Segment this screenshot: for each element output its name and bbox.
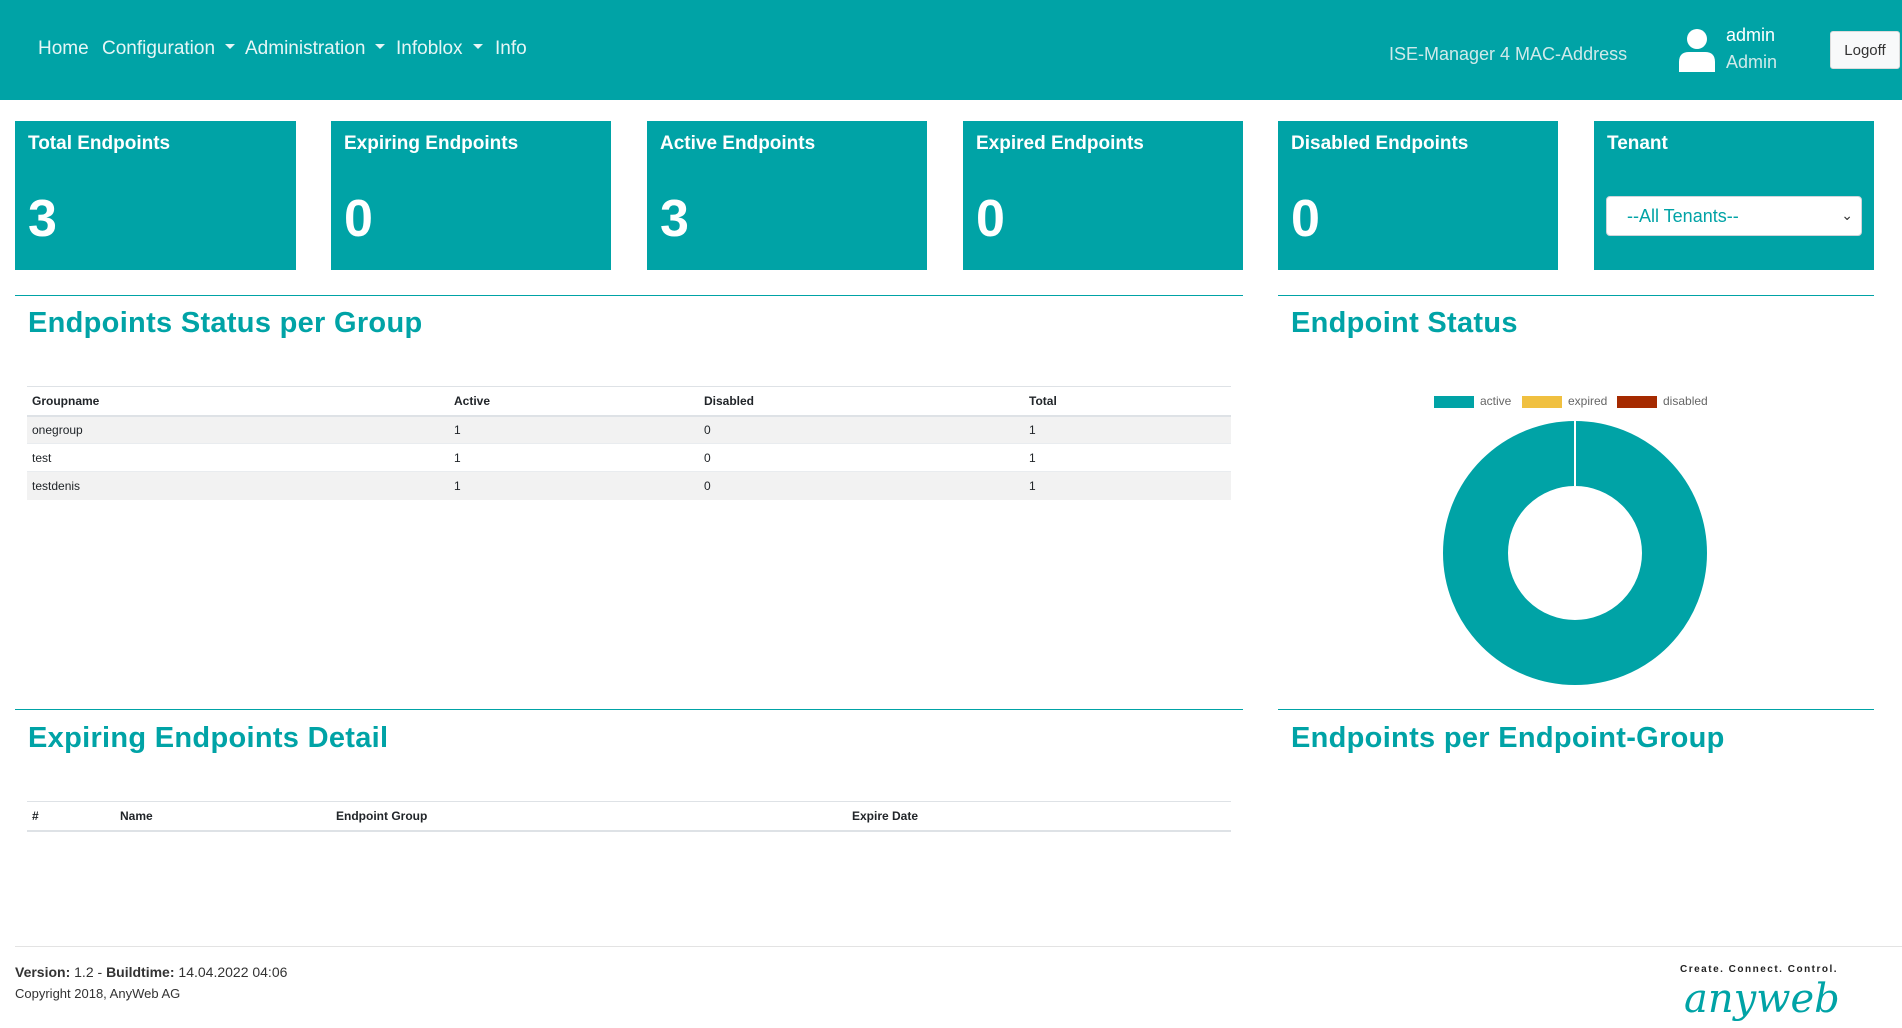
user-icon (1679, 29, 1715, 72)
cell-groupname: test (27, 443, 449, 472)
legend-swatch (1522, 395, 1562, 408)
chevron-down-icon (375, 44, 386, 50)
legend-swatch (1617, 395, 1657, 408)
user-role: Admin (1726, 52, 1778, 72)
nav-configuration[interactable]: Configuration (102, 38, 236, 60)
card-title: Expired Endpoints (976, 133, 1144, 154)
column-header[interactable]: Active (449, 386, 699, 417)
nav-info[interactable]: Info (495, 38, 527, 60)
footer-copyright: Copyright 2018, AnyWeb AG (15, 986, 181, 1001)
cell-active: 1 (449, 415, 699, 444)
app-title: ISE-Manager 4 MAC-Address (1389, 44, 1628, 64)
cell-active: 1 (449, 471, 699, 500)
top-navbar: Home Configuration Administration Infobl… (0, 0, 1902, 100)
card-title: Disabled Endpoints (1291, 133, 1469, 154)
expiring-detail-table: # Name Endpoint Group Expire Date (27, 801, 1231, 832)
cell-total: 1 (1024, 415, 1231, 444)
status-per-group-title: Endpoints Status per Group (28, 307, 423, 339)
card-title: Total Endpoints (28, 133, 171, 154)
nav-infoblox[interactable]: Infoblox (396, 38, 483, 60)
card-expired-endpoints: Expired Endpoints 0 (963, 121, 1243, 270)
cell-disabled: 0 (699, 415, 1024, 444)
card-tenant: Tenant --All Tenants-- ⌄ (1594, 121, 1874, 270)
footer-version: Version: 1.2 - Buildtime: 14.04.2022 04:… (15, 964, 288, 980)
table-header-row: Groupname Active Disabled Total (27, 386, 1231, 417)
chevron-down-icon (225, 44, 236, 50)
section-divider (1278, 709, 1874, 710)
card-title: Active Endpoints (660, 133, 816, 154)
tenant-selected-value: --All Tenants-- (1627, 206, 1739, 226)
column-header[interactable]: Endpoint Group (331, 801, 847, 832)
card-total-endpoints: Total Endpoints 3 (15, 121, 296, 270)
logoff-button[interactable]: Logoff (1830, 31, 1900, 69)
card-value: 3 (660, 190, 689, 248)
column-header[interactable]: Expire Date (847, 801, 1231, 832)
card-value: 0 (976, 190, 1005, 248)
cell-active: 1 (449, 443, 699, 472)
legend-item-active[interactable]: active (1434, 394, 1511, 408)
table-row: onegroup 1 0 1 (27, 415, 1231, 444)
card-value: 3 (28, 190, 57, 248)
card-value: 0 (1291, 190, 1320, 248)
column-header[interactable]: Disabled (699, 386, 1024, 417)
column-header[interactable]: Name (115, 801, 331, 832)
card-value: 0 (344, 190, 373, 248)
column-header[interactable]: Groupname (27, 386, 449, 417)
cell-disabled: 0 (699, 471, 1024, 500)
legend-item-expired[interactable]: expired (1522, 394, 1607, 408)
section-divider (1278, 295, 1874, 296)
per-group-title: Endpoints per Endpoint-Group (1291, 722, 1725, 754)
anyweb-logo: anyweb (1684, 976, 1840, 1022)
section-divider (15, 709, 1243, 710)
card-disabled-endpoints: Disabled Endpoints 0 (1278, 121, 1558, 270)
footer-divider (15, 946, 1902, 947)
cell-total: 1 (1024, 471, 1231, 500)
cell-disabled: 0 (699, 443, 1024, 472)
column-header[interactable]: # (27, 801, 115, 832)
user-name: admin (1726, 25, 1776, 45)
table-row: test 1 0 1 (27, 443, 1231, 472)
card-title: Tenant (1607, 133, 1668, 154)
card-expiring-endpoints: Expiring Endpoints 0 (331, 121, 611, 270)
cell-total: 1 (1024, 443, 1231, 472)
nav-administration[interactable]: Administration (245, 38, 386, 60)
legend-swatch (1434, 395, 1474, 408)
brand-wordmark: anyweb (1684, 976, 1840, 1022)
cell-groupname: testdenis (27, 471, 449, 500)
cell-groupname: onegroup (27, 415, 449, 444)
legend-item-disabled[interactable]: disabled (1617, 394, 1708, 408)
column-header[interactable]: Total (1024, 386, 1231, 417)
card-title: Expiring Endpoints (344, 133, 519, 154)
expiring-detail-title: Expiring Endpoints Detail (28, 722, 389, 754)
table-row: testdenis 1 0 1 (27, 471, 1231, 500)
card-active-endpoints: Active Endpoints 3 (647, 121, 927, 270)
status-per-group-table: Groupname Active Disabled Total onegroup… (27, 386, 1231, 500)
chevron-down-icon (472, 44, 483, 50)
tenant-select[interactable]: --All Tenants-- ⌄ (1606, 196, 1862, 236)
endpoint-status-donut-chart (1443, 421, 1707, 685)
section-divider (15, 295, 1243, 296)
chevron-down-icon: ⌄ (1841, 207, 1853, 223)
table-header-row: # Name Endpoint Group Expire Date (27, 801, 1231, 832)
nav-home[interactable]: Home (38, 38, 89, 60)
endpoint-status-title: Endpoint Status (1291, 307, 1518, 339)
